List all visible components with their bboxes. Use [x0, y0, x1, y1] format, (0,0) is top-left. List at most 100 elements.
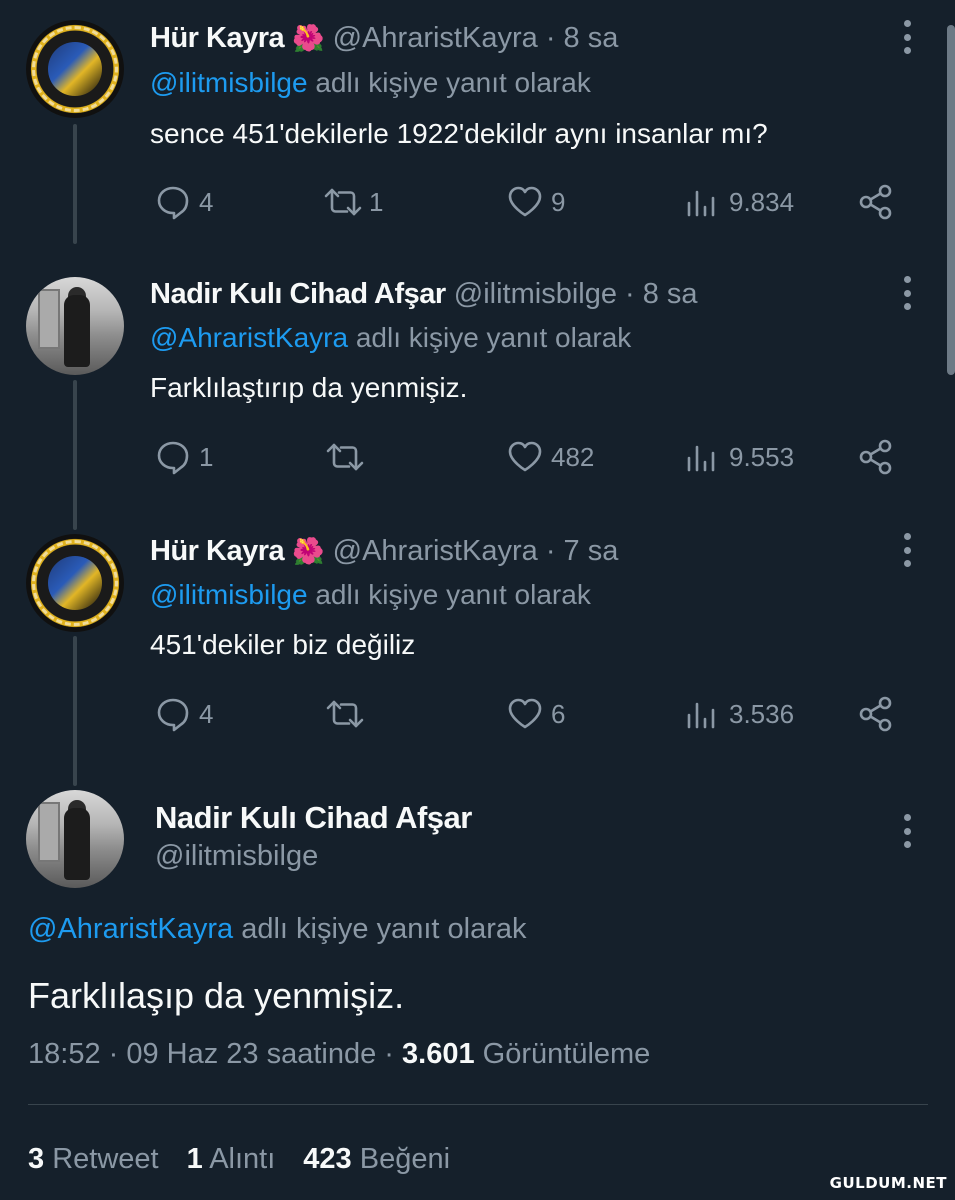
tweet-text: Farklılaştırıp da yenmişiz.	[150, 372, 468, 403]
retweets-count: 3	[28, 1143, 45, 1175]
like-icon	[508, 441, 542, 472]
likes-count: 423	[303, 1143, 352, 1175]
retweet-button[interactable]	[325, 437, 371, 477]
views-count: 3.536	[729, 698, 795, 729]
reply-count: 4	[199, 186, 214, 217]
reply-context: @AhraristKayra adlı kişiye yanıt olarak	[28, 913, 527, 946]
retweet-button[interactable]: 1	[323, 182, 383, 222]
timestamp[interactable]: 18:52 · 09 Haz 23 saatinde ·	[28, 1038, 394, 1070]
share-button[interactable]	[856, 182, 896, 222]
like-icon	[508, 186, 542, 217]
reply-context: @AhraristKayra adlı kişiye yanıt olarak	[150, 320, 631, 356]
display-name[interactable]: Nadir Kulı Cihad Afşar	[150, 278, 446, 310]
thread-tweet[interactable]: Hür Kayra 🌺 @AhraristKayra · 8 sa @ilitm…	[0, 0, 955, 250]
like-count: 482	[551, 441, 595, 472]
views-count: 3.601	[402, 1038, 475, 1070]
more-icon[interactable]	[902, 20, 912, 54]
quotes-label: Alıntı	[209, 1143, 276, 1175]
like-button[interactable]: 482	[505, 437, 594, 477]
retweet-button[interactable]	[325, 694, 371, 734]
tweet-text: sence 451'dekilerle 1922'dekildr aynı in…	[150, 118, 768, 149]
reply-context: @ilitmisbilge adlı kişiye yanıt olarak	[150, 577, 591, 613]
reply-suffix: adlı kişiye yanıt olarak	[241, 913, 527, 945]
share-icon	[859, 439, 892, 475]
action-bar: 4 6 3.536	[0, 694, 955, 734]
engagement-stats: 3 Retweet 1 Alıntı 423 Beğeni	[28, 1143, 450, 1176]
likes-stat[interactable]: 423 Beğeni	[303, 1143, 450, 1176]
reply-icon	[157, 186, 189, 220]
views-button[interactable]: 3.536	[683, 694, 794, 734]
divider	[28, 1104, 928, 1105]
display-name[interactable]: Hür Kayra	[150, 22, 285, 54]
retweet-icon	[326, 443, 364, 471]
retweet-icon	[326, 700, 364, 728]
reply-count: 1	[199, 441, 214, 472]
tweet-header: Hür Kayra 🌺 @AhraristKayra · 7 sa	[150, 533, 618, 569]
display-name[interactable]: Nadir Kulı Cihad Afşar	[155, 800, 472, 836]
retweet-icon	[324, 188, 362, 216]
more-icon[interactable]	[902, 533, 912, 567]
reply-suffix: adlı kişiye yanıt olarak	[355, 322, 632, 353]
like-button[interactable]: 9	[505, 182, 565, 222]
like-button[interactable]: 6	[505, 694, 565, 734]
like-icon	[508, 698, 542, 729]
timestamp[interactable]: · 7 sa	[546, 535, 619, 567]
reply-mention[interactable]: @ilitmisbilge	[150, 579, 308, 610]
views-icon	[687, 445, 715, 472]
timestamp[interactable]: · 8 sa	[625, 278, 698, 310]
retweets-stat[interactable]: 3 Retweet	[28, 1143, 159, 1176]
avatar[interactable]	[26, 790, 124, 888]
reply-mention[interactable]: @AhraristKayra	[28, 913, 233, 945]
like-count: 9	[551, 186, 566, 217]
retweet-count: 1	[369, 186, 384, 217]
tweet-header: Hür Kayra 🌺 @AhraristKayra · 8 sa	[150, 20, 618, 56]
tweet-text: Farklılaşıp da yenmişiz.	[28, 975, 405, 1016]
share-button[interactable]	[856, 694, 896, 734]
handle[interactable]: @AhraristKayra	[333, 22, 538, 54]
reply-icon	[157, 441, 189, 475]
tweet-text: 451'dekiler biz değiliz	[150, 629, 416, 660]
retweets-label: Retweet	[52, 1143, 159, 1175]
views-label: Görüntüleme	[482, 1038, 651, 1070]
reply-mention[interactable]: @AhraristKayra	[150, 322, 348, 353]
views-icon	[687, 190, 715, 217]
reply-button[interactable]: 4	[153, 694, 213, 734]
more-icon[interactable]	[902, 814, 912, 848]
reply-mention[interactable]: @ilitmisbilge	[150, 67, 308, 98]
reply-button[interactable]: 4	[153, 182, 213, 222]
flower-emoji: 🌺	[292, 23, 325, 53]
tweet-meta: 18:52 · 09 Haz 23 saatinde · 3.601 Görün…	[28, 1038, 650, 1071]
display-name[interactable]: Hür Kayra	[150, 535, 285, 567]
views-button[interactable]: 9.553	[683, 437, 794, 477]
action-bar: 1 482 9.553	[0, 437, 955, 477]
action-bar: 4 1 9 9.834	[0, 182, 955, 222]
handle[interactable]: @ilitmisbilge	[155, 840, 318, 873]
avatar[interactable]	[26, 20, 124, 118]
tweet-header: Nadir Kulı Cihad Afşar @ilitmisbilge · 8…	[150, 276, 698, 312]
avatar[interactable]	[26, 534, 124, 632]
views-count: 9.834	[729, 186, 795, 217]
timestamp[interactable]: · 8 sa	[546, 22, 619, 54]
quotes-count: 1	[186, 1143, 203, 1175]
views-count: 9.553	[729, 441, 795, 472]
quotes-stat[interactable]: 1 Alıntı	[187, 1143, 276, 1176]
thread-tweet[interactable]: Nadir Kulı Cihad Afşar @ilitmisbilge · 8…	[0, 255, 955, 515]
handle[interactable]: @ilitmisbilge	[454, 278, 617, 310]
share-icon	[859, 696, 892, 732]
reply-suffix: adlı kişiye yanıt olarak	[315, 579, 591, 610]
share-icon	[859, 184, 892, 220]
likes-label: Beğeni	[359, 1143, 451, 1175]
avatar[interactable]	[26, 277, 124, 375]
more-icon[interactable]	[902, 276, 912, 310]
views-button[interactable]: 9.834	[683, 182, 794, 222]
reply-count: 4	[199, 698, 214, 729]
handle[interactable]: @AhraristKayra	[333, 535, 538, 567]
reply-suffix: adlı kişiye yanıt olarak	[315, 67, 591, 98]
thread-tweet[interactable]: Hür Kayra 🌺 @AhraristKayra · 7 sa @ilitm…	[0, 512, 955, 772]
watermark: GULDUM.NET	[829, 1174, 947, 1192]
reply-button[interactable]: 1	[153, 437, 213, 477]
flower-emoji: 🌺	[292, 536, 325, 566]
reply-icon	[157, 698, 189, 732]
reply-context: @ilitmisbilge adlı kişiye yanıt olarak	[150, 65, 591, 101]
share-button[interactable]	[856, 437, 896, 477]
